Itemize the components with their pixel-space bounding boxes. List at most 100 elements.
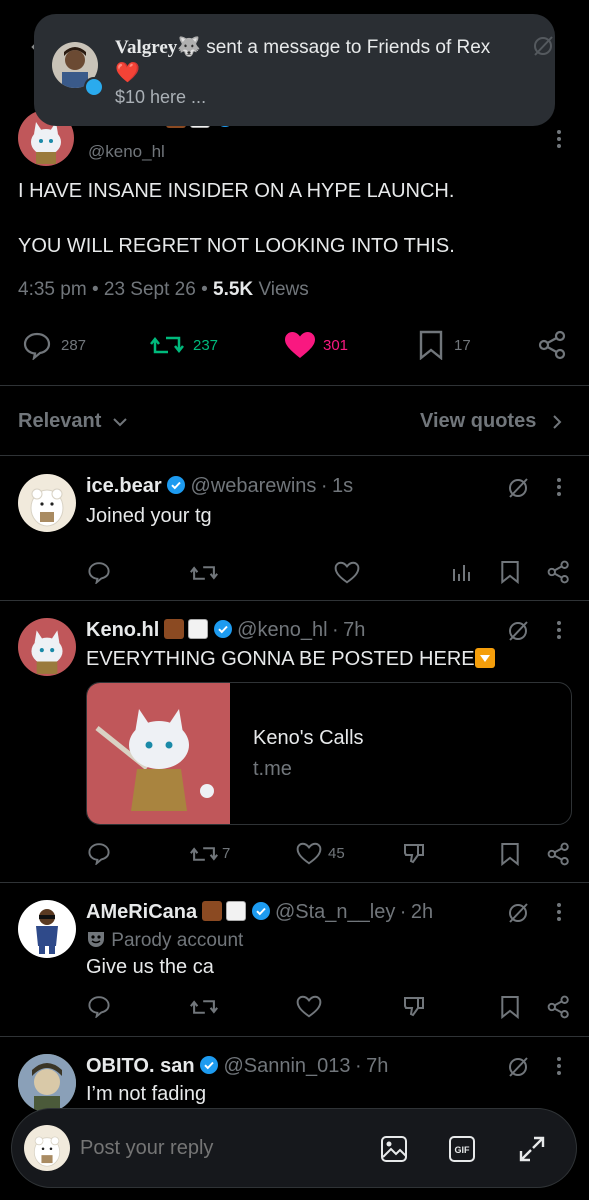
main-post-meta: 4:35 pm • 23 Sept 26 • 5.5K Views xyxy=(18,279,309,301)
reply-handle[interactable]: @Sta_n__ley xyxy=(275,901,395,923)
link-card-domain: t.me xyxy=(253,758,292,780)
like-icon[interactable] xyxy=(296,842,322,865)
mahjong-emoji-icon xyxy=(226,901,247,921)
more-options-icon[interactable] xyxy=(553,902,565,922)
parody-account-label: Parody account xyxy=(111,930,244,951)
reply-icon[interactable] xyxy=(87,841,111,865)
bookmark-icon[interactable] xyxy=(500,842,520,866)
meta-separator: • xyxy=(91,279,99,300)
grok-icon[interactable] xyxy=(506,619,530,643)
reply-input[interactable] xyxy=(80,1131,350,1165)
current-user-avatar xyxy=(24,1125,70,1171)
views-count[interactable]: 5.5K xyxy=(213,279,253,300)
reply-display-name[interactable]: Keno.hl xyxy=(86,619,159,641)
repost-icon[interactable] xyxy=(190,562,218,584)
view-quotes-link[interactable]: View quotes xyxy=(420,410,562,433)
reply-time: 7h xyxy=(366,1055,389,1077)
image-icon[interactable] xyxy=(380,1135,408,1163)
keno-avatar[interactable] xyxy=(18,618,76,676)
share-icon[interactable] xyxy=(547,560,571,584)
analytics-icon[interactable] xyxy=(451,561,473,583)
repost-count: 237 xyxy=(193,337,219,354)
like-icon-filled[interactable] xyxy=(284,331,316,359)
sort-dropdown[interactable]: Relevant xyxy=(18,410,127,433)
grok-icon[interactable] xyxy=(506,476,530,500)
more-options-icon[interactable] xyxy=(553,477,565,497)
grok-icon[interactable] xyxy=(506,1055,530,1079)
more-options-icon[interactable] xyxy=(553,620,565,640)
reply-time: 2h xyxy=(410,901,434,923)
obito-avatar[interactable] xyxy=(18,1054,76,1112)
share-icon[interactable] xyxy=(547,995,571,1019)
verified-badge-icon xyxy=(251,901,271,926)
down-button-emoji-icon xyxy=(474,648,495,668)
reply-text: Give us the ca xyxy=(86,956,214,978)
more-options-icon[interactable] xyxy=(553,1056,565,1076)
bookmark-icon[interactable] xyxy=(500,995,520,1019)
chevron-right-icon xyxy=(552,415,562,429)
reply-handle[interactable]: @keno_hl xyxy=(237,619,327,641)
like-icon[interactable] xyxy=(334,561,360,584)
svg-text:GIF: GIF xyxy=(455,1145,471,1155)
divider xyxy=(0,882,589,883)
main-post-text-line2: YOU WILL REGRET NOT LOOKING INTO THIS. xyxy=(18,235,455,257)
americana-avatar[interactable] xyxy=(18,900,76,958)
grok-icon[interactable] xyxy=(506,901,530,925)
notification-sender: Valgrey🐺 xyxy=(115,37,201,58)
parody-mask-icon xyxy=(86,930,106,948)
link-card[interactable]: Keno's Calls t.me xyxy=(86,682,572,825)
bookmark-icon[interactable] xyxy=(418,330,444,360)
repost-icon[interactable] xyxy=(150,332,184,358)
reply-count: 287 xyxy=(61,337,87,354)
bookmark-count: 17 xyxy=(454,337,471,354)
reply-composer[interactable]: GIF xyxy=(11,1108,577,1188)
reply-display-name[interactable]: AMeRiCana xyxy=(86,901,197,923)
more-options-icon[interactable] xyxy=(552,128,566,150)
verified-badge-icon xyxy=(213,619,233,644)
main-post-text-line1: I HAVE INSANE INSIDER ON A HYPE LAUNCH. xyxy=(18,180,455,202)
reply-icon[interactable] xyxy=(87,994,111,1018)
reply-handle[interactable]: @webarewins xyxy=(191,475,317,497)
divider xyxy=(0,385,589,386)
reply-display-name[interactable]: OBITO. san xyxy=(86,1055,195,1077)
like-icon[interactable] xyxy=(296,995,322,1018)
main-post-handle[interactable]: @keno_hl xyxy=(88,142,165,162)
notification-preview: $10 here ... xyxy=(115,87,207,107)
divider xyxy=(0,455,589,456)
verified-badge-icon xyxy=(199,1055,219,1080)
message-notification[interactable]: Valgrey🐺 sent a message to Friends of Re… xyxy=(34,14,555,126)
divider xyxy=(0,600,589,601)
link-card-image xyxy=(87,683,230,824)
reply-icon[interactable] xyxy=(87,560,111,584)
reply-time: 7h xyxy=(343,619,366,641)
time-separator: · xyxy=(331,619,339,641)
repost-count: 7 xyxy=(222,845,231,862)
mahjong-emoji-icon xyxy=(188,619,209,639)
repost-icon[interactable] xyxy=(190,996,218,1018)
views-label[interactable]: Views xyxy=(258,279,308,300)
icebear-avatar[interactable] xyxy=(18,474,76,532)
like-count: 45 xyxy=(328,845,345,862)
post-date: 23 Sept 26 xyxy=(103,279,196,300)
like-count: 301 xyxy=(323,337,349,354)
repost-icon[interactable] xyxy=(190,843,218,865)
share-icon[interactable] xyxy=(547,842,571,866)
time-separator: · xyxy=(320,475,328,497)
dislike-icon[interactable] xyxy=(402,994,426,1018)
gif-icon[interactable]: GIF xyxy=(448,1135,476,1163)
notification-emoji: ❤️ xyxy=(115,62,140,84)
reply-icon[interactable] xyxy=(22,330,52,360)
bookmark-icon[interactable] xyxy=(500,560,520,584)
meta-separator: • xyxy=(201,279,208,300)
chevron-down-icon xyxy=(113,417,127,427)
dislike-icon[interactable] xyxy=(402,841,426,865)
sort-label: Relevant xyxy=(18,410,102,432)
reply-handle[interactable]: @Sannin_013 xyxy=(223,1055,350,1077)
notification-message: sent a message to Friends of Rex xyxy=(206,37,491,58)
share-icon[interactable] xyxy=(538,330,568,360)
expand-icon[interactable] xyxy=(518,1135,546,1163)
grok-icon xyxy=(531,34,555,58)
divider xyxy=(0,1036,589,1037)
reply-display-name[interactable]: ice.bear xyxy=(86,475,162,497)
time-separator: · xyxy=(399,901,407,923)
